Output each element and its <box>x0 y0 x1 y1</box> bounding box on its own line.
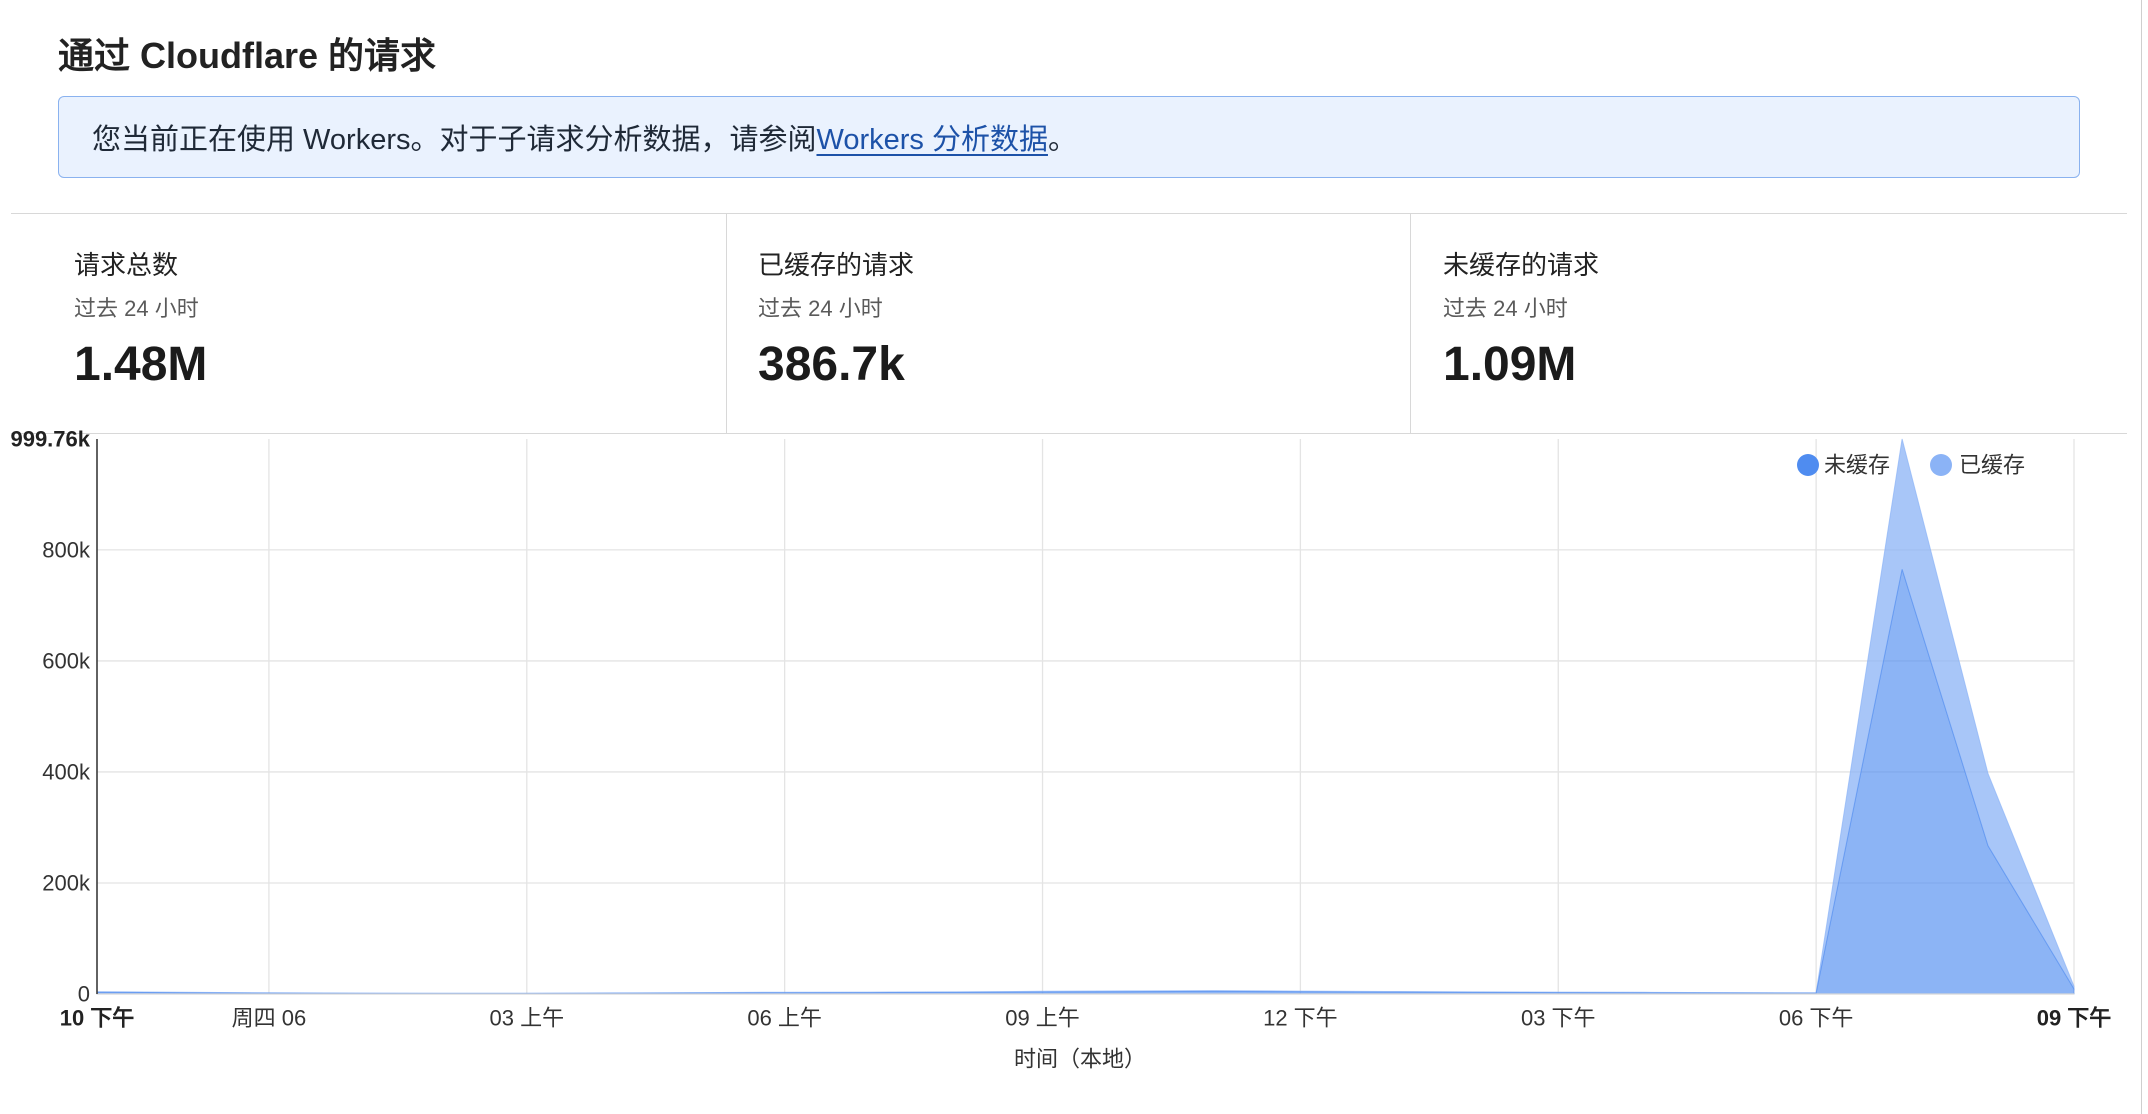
y-tick-label: 0 <box>78 982 90 1007</box>
area-uncached <box>96 569 2075 995</box>
y-tick-label: 200k <box>42 870 91 895</box>
x-tick-label: 03 下午 <box>1521 1006 1596 1031</box>
stat-period: 过去 24 小时 <box>74 296 199 321</box>
x-tick-label: 09 上午 <box>1005 1006 1080 1031</box>
legend-label-cached: 已缓存 <box>1959 453 2025 478</box>
stat-uncached-requests: 未缓存的请求 过去 24 小时 1.09M <box>1443 213 2063 433</box>
x-axis-title: 时间（本地） <box>1014 1047 1146 1072</box>
legend-dot-uncached <box>1797 454 1819 476</box>
legend-item-uncached[interactable]: 未缓存 <box>1797 453 1890 478</box>
area-cached <box>96 438 2075 994</box>
y-tick-label: 999.76k <box>10 427 90 452</box>
legend-label-uncached: 未缓存 <box>1824 453 1890 478</box>
stat-value: 1.09M <box>1443 338 1577 391</box>
stat-label: 未缓存的请求 <box>1443 250 1600 280</box>
x-tick-label: 06 上午 <box>747 1006 822 1031</box>
x-tick-label: 06 下午 <box>1779 1006 1854 1031</box>
chart-grid <box>97 439 2075 994</box>
x-tick-label: 10 下午 <box>60 1006 135 1031</box>
y-axis-ticks: 0 200k 400k 600k 800k 999.76k <box>10 427 91 1007</box>
y-tick-label: 400k <box>42 759 91 784</box>
stat-label: 请求总数 <box>74 250 179 280</box>
stat-period: 过去 24 小时 <box>758 296 883 321</box>
y-tick-label: 600k <box>42 648 91 673</box>
stat-divider <box>726 213 727 433</box>
stat-value: 386.7k <box>758 338 905 391</box>
x-tick-label: 12 下午 <box>1263 1006 1338 1031</box>
stat-total-requests: 请求总数 过去 24 小时 1.48M <box>74 213 694 433</box>
y-tick-label: 800k <box>42 537 91 562</box>
stat-value: 1.48M <box>74 338 208 391</box>
page-title: 通过 Cloudflare 的请求 <box>58 35 437 76</box>
chart-axes <box>96 439 2074 995</box>
stat-period: 过去 24 小时 <box>1443 296 1568 321</box>
stat-cached-requests: 已缓存的请求 过去 24 小时 386.7k <box>758 213 1378 433</box>
workers-info-banner: 您当前正在使用 Workers。对于子请求分析数据，请参阅 Workers 分析… <box>58 96 2080 178</box>
banner-text: 您当前正在使用 Workers。对于子请求分析数据，请参阅 <box>92 124 817 156</box>
x-tick-label: 周四 06 <box>232 1006 307 1031</box>
requests-area-chart: 0 200k 400k 600k 800k 999.76k 10 下午 周四 06 03 上午… <box>10 427 2112 1072</box>
chart-areas <box>96 438 2075 995</box>
stat-label: 已缓存的请求 <box>758 250 915 280</box>
x-tick-label: 09 下午 <box>2037 1006 2112 1031</box>
legend-item-cached[interactable]: 已缓存 <box>1930 453 2025 478</box>
stat-divider <box>1410 213 1411 433</box>
workers-analytics-link[interactable]: Workers 分析数据 <box>816 116 1047 158</box>
banner-text-end: 。 <box>1047 124 1077 156</box>
legend-dot-cached <box>1930 454 1952 476</box>
x-axis-ticks: 10 下午 周四 06 03 上午 06 上午 09 上午 12 下午 03 下午 06 下午… <box>60 1006 2112 1031</box>
x-tick-label: 03 上午 <box>489 1006 564 1031</box>
